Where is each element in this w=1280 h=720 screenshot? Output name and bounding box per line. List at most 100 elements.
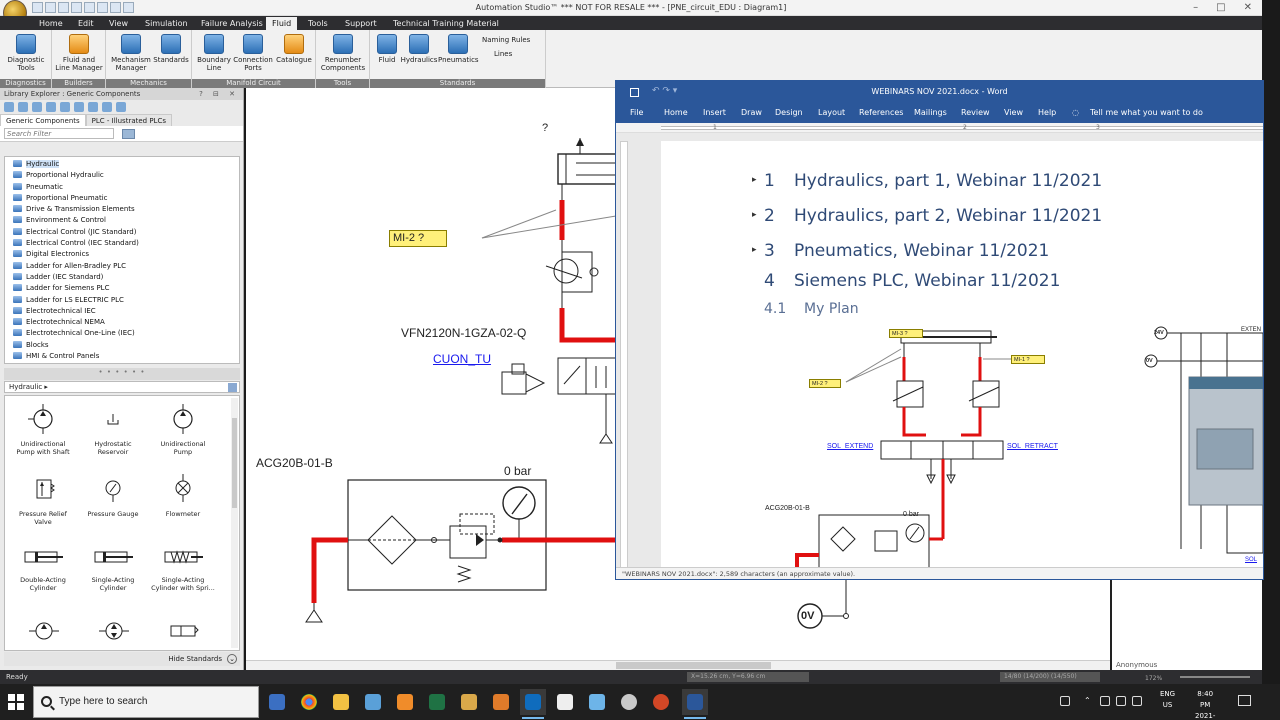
- taskbar-app-outlook[interactable]: [520, 689, 546, 719]
- menu-view[interactable]: View: [103, 17, 134, 30]
- word-tab-view[interactable]: View: [1004, 108, 1023, 117]
- tree-node[interactable]: Blocks: [5, 340, 239, 351]
- speaker-icon[interactable]: [1100, 696, 1110, 706]
- hydraulics-standard-button[interactable]: Hydraulics: [400, 34, 438, 64]
- mechanism-manager-button[interactable]: Mechanism Manager: [110, 34, 152, 72]
- tool-icon[interactable]: [88, 102, 98, 112]
- tool-icon[interactable]: [4, 102, 14, 112]
- search-filter-input[interactable]: [4, 128, 114, 139]
- canvas-horizontal-scrollbar[interactable]: [246, 660, 1110, 670]
- taskbar-app-1[interactable]: [360, 689, 386, 715]
- word-window[interactable]: ↶ ↷ ▾ WEBINARS NOV 2021.docx - Word File…: [615, 80, 1264, 580]
- naming-rules-button[interactable]: Naming Rules: [482, 36, 530, 44]
- valve-icon[interactable]: [167, 618, 203, 644]
- tree-node[interactable]: Electrotechnical IEC: [5, 306, 239, 317]
- palette-scrollbar[interactable]: [231, 398, 238, 648]
- word-tab-help[interactable]: Help: [1038, 108, 1056, 117]
- tree-node[interactable]: Electrical Control (JIC Standard): [5, 227, 239, 238]
- tree-node[interactable]: Digital Electronics: [5, 249, 239, 260]
- tree-node[interactable]: Proportional Pneumatic: [5, 193, 239, 204]
- palette-options-icon[interactable]: [228, 383, 237, 392]
- word-tab-references[interactable]: References: [859, 108, 903, 117]
- menu-support[interactable]: Support: [339, 17, 383, 30]
- menu-failure-analysis[interactable]: Failure Analysis: [195, 17, 269, 30]
- word-tab-draw[interactable]: Draw: [741, 108, 762, 117]
- maximize-button[interactable]: □: [1216, 2, 1225, 13]
- tab-generic-components[interactable]: Generic Components: [0, 114, 86, 126]
- word-page[interactable]: ▸ 1 Hydraulics, part 1, Webinar 11/2021 …: [661, 141, 1263, 569]
- input-language[interactable]: ENG US: [1160, 689, 1175, 711]
- hide-standards-button[interactable]: Hide Standards ⌄: [4, 652, 240, 666]
- motor-icon[interactable]: [29, 618, 59, 644]
- taskbar-app-4[interactable]: [488, 689, 514, 715]
- catalogue-button[interactable]: Catalogue: [274, 34, 314, 64]
- bidirectional-motor-icon[interactable]: [99, 618, 129, 644]
- tool-icon[interactable]: [116, 102, 126, 112]
- menu-tools[interactable]: Tools: [302, 17, 334, 30]
- taskbar-app-powerpoint[interactable]: [648, 689, 674, 715]
- menu-home[interactable]: Home: [33, 17, 69, 30]
- network-icon[interactable]: [1116, 696, 1126, 706]
- zoom-slider[interactable]: [1180, 676, 1250, 678]
- start-button[interactable]: [8, 694, 24, 710]
- renumber-components-button[interactable]: Renumber Components: [318, 34, 368, 72]
- diagnostic-tools-button[interactable]: Diagnostic Tools: [4, 34, 48, 72]
- taskbar-app-3[interactable]: [456, 689, 482, 715]
- taskbar-app-automation[interactable]: [264, 689, 290, 715]
- pneumatics-standard-button[interactable]: Pneumatics: [438, 34, 479, 64]
- minimize-button[interactable]: –: [1193, 2, 1198, 13]
- tree-node[interactable]: Hydraulic: [5, 159, 239, 170]
- palette-pump-with-shaft[interactable]: Unidirectional Pump with Shaft: [5, 404, 81, 456]
- taskbar-app-2[interactable]: [392, 689, 418, 715]
- taskbar-app-5[interactable]: [552, 689, 578, 715]
- palette-pressure-relief-valve[interactable]: Pressure Relief Valve: [5, 474, 81, 526]
- palette-single-acting-cylinder-spring[interactable]: Single-Acting Cylinder with Spri...: [145, 544, 221, 592]
- boundary-line-button[interactable]: Boundary Line: [196, 34, 232, 72]
- battery-icon[interactable]: [1132, 696, 1142, 706]
- menu-technical-training[interactable]: Technical Training Material: [387, 17, 505, 30]
- taskbar-app-chrome[interactable]: [296, 689, 322, 715]
- fluid-line-manager-button[interactable]: Fluid and Line Manager: [54, 34, 104, 72]
- taskbar-search-box[interactable]: Type here to search: [33, 686, 259, 718]
- tool-icon[interactable]: [74, 102, 84, 112]
- word-tab-insert[interactable]: Insert: [703, 108, 726, 117]
- word-tab-layout[interactable]: Layout: [818, 108, 845, 117]
- taskbar-app-excel[interactable]: [424, 689, 450, 715]
- taskbar-app-7[interactable]: [616, 689, 642, 715]
- standards-button[interactable]: Standards: [152, 34, 190, 64]
- tool-icon[interactable]: [60, 102, 70, 112]
- word-tab-home[interactable]: Home: [664, 108, 688, 117]
- tool-icon[interactable]: [32, 102, 42, 112]
- tree-node[interactable]: Drive & Transmission Elements: [5, 204, 239, 215]
- tool-icon[interactable]: [102, 102, 112, 112]
- chevron-up-icon[interactable]: ⌃: [1084, 696, 1094, 706]
- fluid-standard-button[interactable]: Fluid: [374, 34, 400, 64]
- close-button[interactable]: ✕: [1244, 2, 1252, 13]
- menu-fluid[interactable]: Fluid: [266, 17, 298, 30]
- palette-hydrostatic-reservoir[interactable]: Hydrostatic Reservoir: [75, 404, 151, 456]
- tree-node[interactable]: Ladder for LS ELECTRIC PLC: [5, 295, 239, 306]
- coil-link[interactable]: CUON_TU: [433, 352, 491, 366]
- taskbar-app-word[interactable]: [682, 689, 708, 719]
- tree-node[interactable]: Ladder for Allen-Bradley PLC: [5, 261, 239, 272]
- palette-single-acting-cylinder[interactable]: Single-Acting Cylinder: [75, 544, 151, 592]
- palette-double-acting-cylinder[interactable]: Double-Acting Cylinder: [5, 544, 81, 592]
- lines-dropdown[interactable]: Lines: [494, 50, 512, 58]
- tree-node[interactable]: Electrotechnical One-Line (IEC): [5, 328, 239, 339]
- taskbar-app-6[interactable]: [584, 689, 610, 715]
- tag-mi2[interactable]: MI-2 ?: [389, 230, 447, 247]
- tree-node[interactable]: Ladder for Siemens PLC: [5, 283, 239, 294]
- word-tab-file[interactable]: File: [630, 108, 643, 117]
- clock[interactable]: 8:40 PM 2021-11-22: [1195, 689, 1215, 720]
- menu-edit[interactable]: Edit: [72, 17, 100, 30]
- word-tab-design[interactable]: Design: [775, 108, 803, 117]
- palette-unidirectional-pump[interactable]: Unidirectional Pump: [145, 404, 221, 456]
- tool-icon[interactable]: [46, 102, 56, 112]
- tree-node[interactable]: Proportional Hydraulic: [5, 170, 239, 181]
- tell-me-search[interactable]: Tell me what you want to do: [1090, 108, 1203, 117]
- network-people-icon[interactable]: [1060, 696, 1070, 706]
- taskbar-app-explorer[interactable]: [328, 689, 354, 715]
- palette-pressure-gauge[interactable]: Pressure Gauge: [75, 474, 151, 518]
- notification-icon[interactable]: [1238, 695, 1251, 706]
- word-tab-mailings[interactable]: Mailings: [914, 108, 947, 117]
